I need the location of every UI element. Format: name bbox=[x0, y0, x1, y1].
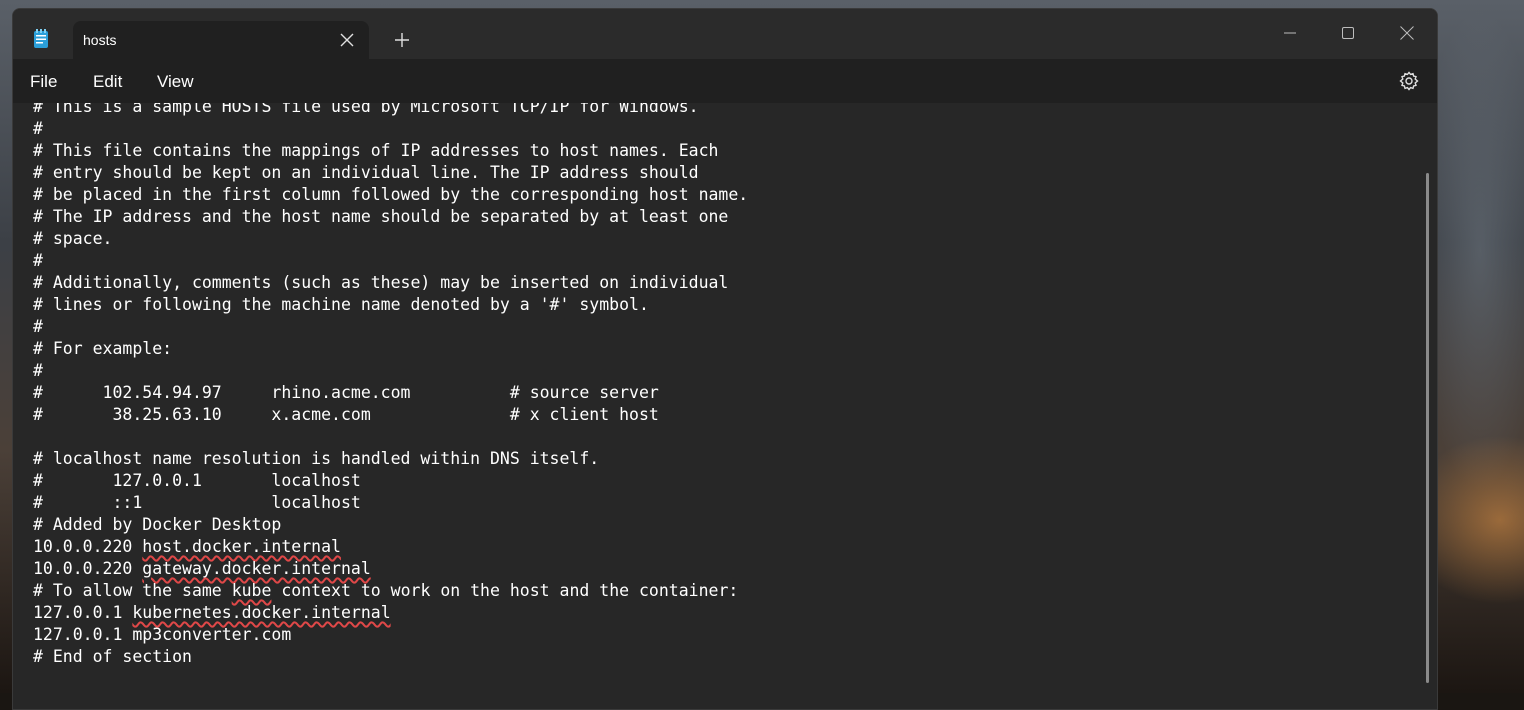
text-line: # bbox=[33, 361, 43, 380]
text-line: 127.0.0.1 mp3converter.com bbox=[33, 625, 292, 644]
text-line: # Added by Docker Desktop bbox=[33, 515, 282, 534]
text-line: 10.0.0.220 gateway.docker.internal bbox=[33, 559, 371, 578]
menu-bar: File Edit View bbox=[13, 59, 1437, 103]
text-line: # For example: bbox=[33, 339, 173, 358]
text-line: # The IP address and the host name shoul… bbox=[33, 207, 729, 226]
menu-view[interactable]: View bbox=[157, 72, 194, 92]
text-line: # bbox=[33, 317, 43, 336]
text-line: # lines or following the machine name de… bbox=[33, 295, 649, 314]
text-line: # This file contains the mappings of IP … bbox=[33, 141, 719, 160]
title-bar[interactable]: hosts bbox=[13, 9, 1437, 59]
gear-icon bbox=[1399, 71, 1419, 91]
text-line: # localhost name resolution is handled w… bbox=[33, 449, 600, 468]
spellcheck-flagged-word[interactable]: host.docker.internal bbox=[142, 537, 341, 556]
maximize-button[interactable] bbox=[1325, 17, 1371, 49]
minimize-button[interactable] bbox=[1267, 17, 1313, 49]
close-icon bbox=[1400, 26, 1414, 40]
text-line: # entry should be kept on an individual … bbox=[33, 163, 699, 182]
text-line: # space. bbox=[33, 229, 113, 248]
text-line: # To allow the same kube context to work… bbox=[33, 581, 739, 600]
text-line: # bbox=[33, 119, 43, 138]
tab-title: hosts bbox=[83, 32, 117, 48]
close-icon[interactable] bbox=[339, 32, 355, 48]
text-line: 10.0.0.220 host.docker.internal bbox=[33, 537, 341, 556]
text-line: # bbox=[33, 251, 43, 270]
tab-hosts[interactable]: hosts bbox=[73, 21, 369, 59]
close-window-button[interactable] bbox=[1384, 17, 1430, 49]
document-text[interactable]: # This is a sample HOSTS file used by Mi… bbox=[33, 103, 748, 668]
minimize-icon bbox=[1284, 32, 1296, 34]
text-line: # 127.0.0.1 localhost bbox=[33, 471, 361, 490]
plus-icon bbox=[395, 33, 409, 47]
menu-edit[interactable]: Edit bbox=[93, 72, 122, 92]
settings-button[interactable] bbox=[1397, 69, 1421, 93]
text-line bbox=[33, 426, 748, 448]
new-tab-button[interactable] bbox=[393, 31, 411, 49]
text-line: # be placed in the first column followed… bbox=[33, 185, 749, 204]
spellcheck-flagged-word[interactable]: kube bbox=[232, 581, 272, 600]
text-editor[interactable]: # This is a sample HOSTS file used by Mi… bbox=[13, 103, 1437, 709]
text-line: # 102.54.94.97 rhino.acme.com # source s… bbox=[33, 383, 659, 402]
maximize-icon bbox=[1342, 27, 1354, 39]
vertical-scrollbar[interactable] bbox=[1426, 173, 1429, 683]
text-line: # This is a sample HOSTS file used by Mi… bbox=[33, 103, 699, 116]
text-line: # Additionally, comments (such as these)… bbox=[33, 273, 729, 292]
text-line: # End of section bbox=[33, 647, 192, 666]
spellcheck-flagged-word[interactable]: gateway.docker.internal bbox=[142, 559, 370, 578]
menu-file[interactable]: File bbox=[30, 72, 57, 92]
notepad-icon bbox=[31, 29, 51, 49]
spellcheck-flagged-word[interactable]: kubernetes.docker.internal bbox=[132, 603, 390, 622]
text-line: 127.0.0.1 kubernetes.docker.internal bbox=[33, 603, 391, 622]
text-line: # 38.25.63.10 x.acme.com # x client host bbox=[33, 405, 659, 424]
text-line: # ::1 localhost bbox=[33, 493, 361, 512]
notepad-window: hosts File Edit View # This is a sample … bbox=[12, 8, 1438, 710]
